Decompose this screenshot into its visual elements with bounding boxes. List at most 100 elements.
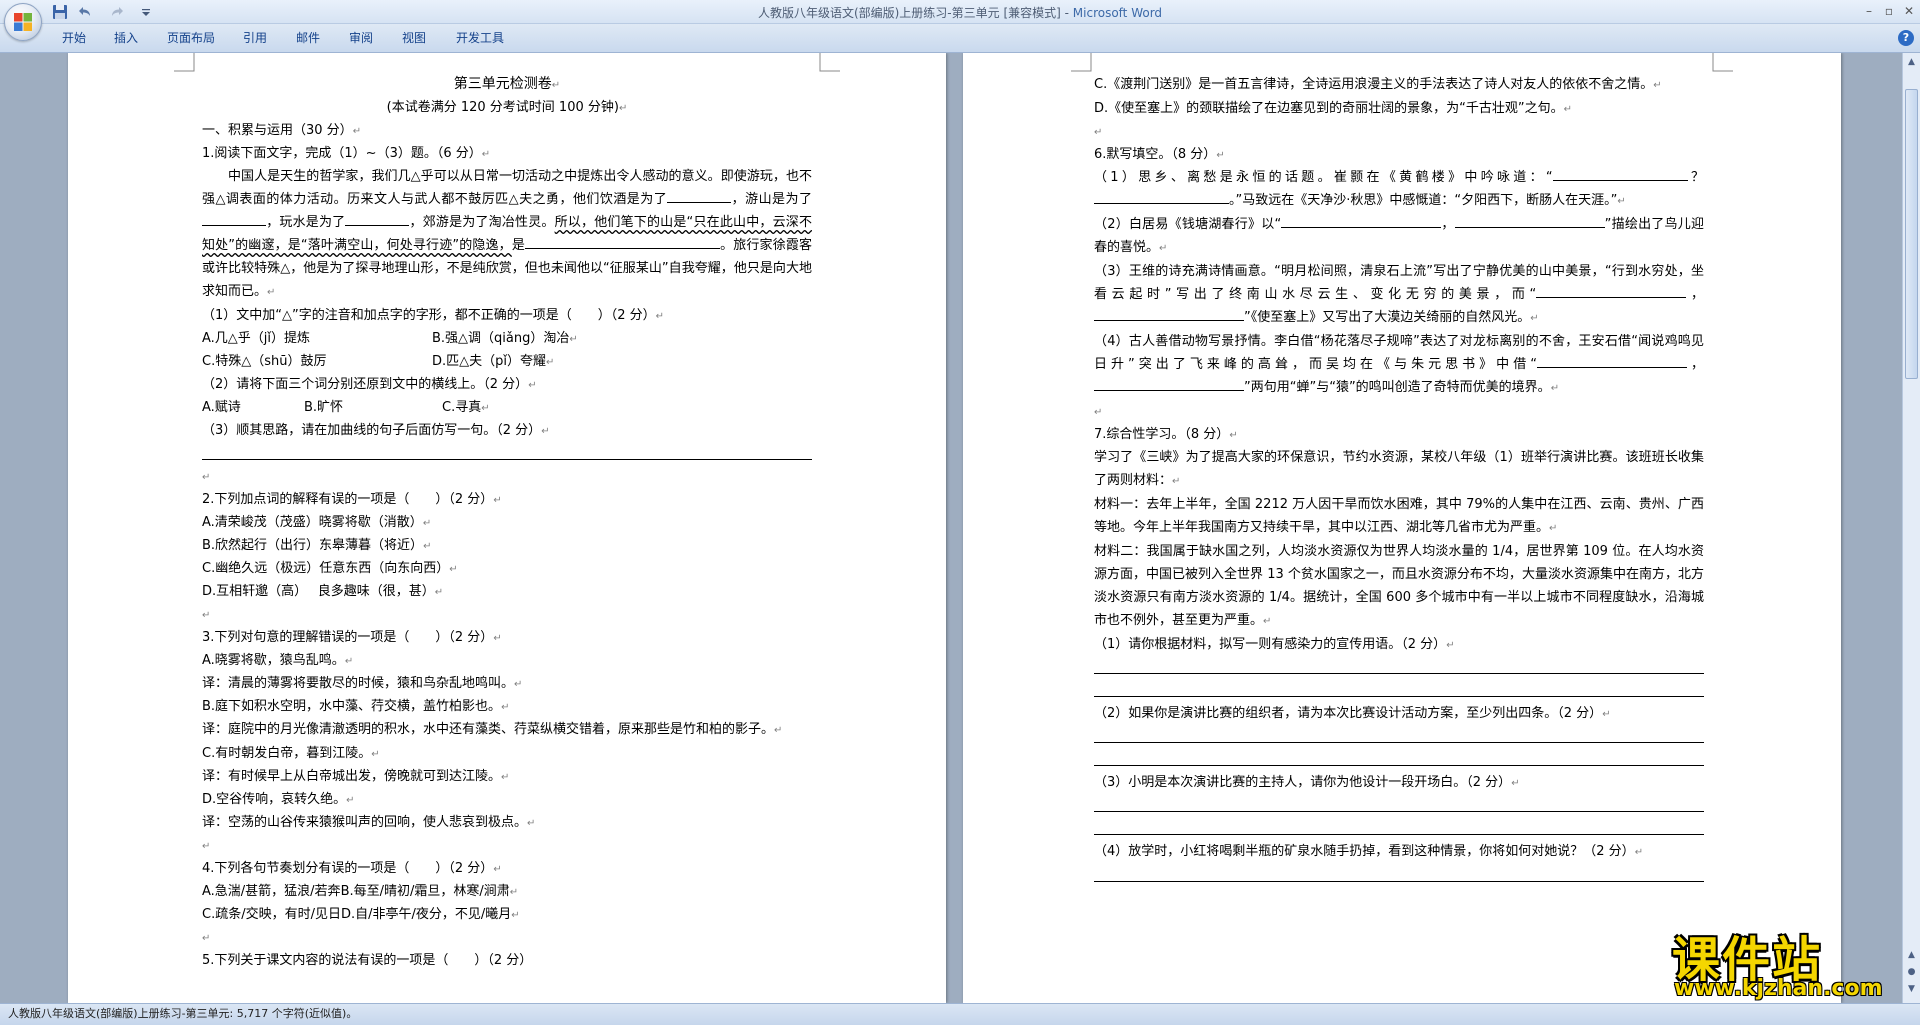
fill-blank[interactable]: [202, 212, 266, 226]
answer-line[interactable]: [202, 442, 812, 460]
fill-blank[interactable]: [345, 212, 410, 226]
question-2-option-c: C.幽绝久远（极远）任意东西（向东向西）↵: [202, 561, 458, 576]
answer-line[interactable]: [1094, 656, 1704, 674]
answer-line[interactable]: [1094, 817, 1704, 835]
q6-2-text-a: （2）白居易《钱塘湖春行》以“: [1094, 217, 1282, 232]
question-3-translation-b: 译：庭院中的月光像清澈透明的积水，水中还有藻类、荇菜纵横交错着，原来那些是竹和柏…: [202, 722, 783, 737]
passage-text-c: ，玩水是为了: [266, 215, 346, 230]
fill-blank[interactable]: [1454, 214, 1605, 228]
fill-blank[interactable]: [1281, 214, 1442, 228]
undo-icon[interactable]: [76, 4, 92, 20]
question-6: 6.默写填空。（8 分）↵: [1094, 147, 1225, 162]
browse-object-icon[interactable]: ●: [1905, 965, 1918, 979]
ribbon-tabs: 开始 插入 页面布局 引用 邮件 审阅 视图 开发工具 ?: [0, 24, 1920, 53]
fill-blank[interactable]: [1094, 190, 1229, 204]
title-bar: 人教版八年级语文(部编版)上册练习-第三单元 [兼容模式] - Microsof…: [0, 0, 1920, 24]
translation-b: 译：庭院中的月光像清澈透明的积水，水中还有藻类、荇菜纵横交错着，原来那些是竹和柏…: [202, 722, 775, 737]
answer-line[interactable]: [1094, 748, 1704, 766]
question-7-intro: 学习了《三峡》为了提高大家的环保意识，节约水资源，某校八年级（1）班举行演讲比赛…: [1094, 450, 1704, 488]
crop-mark: [819, 53, 840, 72]
window-title-app: Microsoft Word: [1072, 6, 1163, 20]
passage-text-d: ，郊游是为了淘冶性灵。: [409, 215, 555, 230]
passage-text-f: 是: [511, 238, 525, 253]
tab-view[interactable]: 视图: [398, 28, 430, 48]
question-1-2-options: A.赋诗 B.旷怀 C.寻真↵: [202, 396, 812, 419]
question-2: 2.下列加点词的解释有误的一项是（ ）（2 分）↵: [202, 492, 502, 507]
tab-mailings[interactable]: 邮件: [292, 28, 324, 48]
answer-line[interactable]: [1094, 679, 1704, 697]
scroll-thumb[interactable]: [1905, 89, 1918, 379]
office-logo-icon: [14, 13, 32, 31]
fill-blank[interactable]: [1552, 167, 1688, 181]
vertical-scrollbar[interactable]: ▲ ▲ ● ▼: [1902, 53, 1920, 1003]
tab-references[interactable]: 引用: [239, 28, 271, 48]
page-up-icon[interactable]: ▲: [1905, 948, 1918, 962]
section-heading-text: 一、积累与运用（30 分）: [202, 123, 353, 138]
redo-icon[interactable]: [110, 4, 126, 20]
page-down-icon[interactable]: ▼: [1905, 982, 1918, 996]
question-3-option-c: C.有时朝发白帝，暮到江陵。↵: [202, 746, 380, 761]
status-text: 人教版八年级语文(部编版)上册练习-第三单元: 5,717 个字符(近似值)。: [8, 1007, 358, 1020]
question-7-material-2: 材料二：我国属于缺水国之列，人均淡水资源仅为世界人均淡水量的 1/4，居世界第 …: [1094, 544, 1704, 628]
fill-blank[interactable]: [524, 235, 720, 249]
question-7-3: （3）小明是本次演讲比赛的主持人，请你为他设计一段开场白。（2 分）↵: [1094, 775, 1520, 790]
question-1-heading-text: 1.阅读下面文字，完成（1）~（3）题。（6 分）: [202, 146, 482, 161]
q6-3-text-b: ，: [1686, 287, 1704, 302]
question-6-3: （3）王维的诗充满诗情画意。“明月松间照，清泉石上流”写出了宁静优美的山中美景，…: [1094, 264, 1704, 325]
section-heading: 一、积累与运用（30 分）↵: [202, 123, 362, 138]
q6-3-text-c: ”《使至塞上》又写出了大漠边关绮丽的自然风光。: [1244, 310, 1531, 325]
question-2-option-a: A.清荣峻茂（茂盛）晓雾将歇（消散）↵: [202, 515, 432, 530]
help-icon[interactable]: ?: [1898, 30, 1914, 46]
crop-mark: [1712, 53, 1733, 72]
empty-paragraph: ↵: [202, 841, 211, 852]
question-1-passage: 中国人是天生的哲学家，我们几△乎可以从日常一切活动之中提炼出令人感动的意义。即使…: [202, 169, 812, 299]
fill-blank[interactable]: [1536, 354, 1687, 368]
q6-4-text-c: ”两句用“蝉”与“猿”的鸣叫创造了奇特而优美的境界。: [1244, 380, 1551, 395]
empty-paragraph: ↵: [202, 610, 211, 621]
question-3: 3.下列对句意的理解错误的一项是（ ）（2 分）↵: [202, 630, 502, 645]
fill-blank[interactable]: [1094, 377, 1244, 391]
option-a: A.晓雾将歇，猿鸟乱鸣。: [202, 653, 345, 668]
question-4: 4.下列各句节奏划分有误的一项是（ ）（2 分）↵: [202, 861, 502, 876]
question-1-2-text: （2）请将下面三个词分别还原到文中的横线上。（2 分）: [202, 377, 529, 392]
question-6-1: （1）思乡、离愁是永恒的话题。崔颢在《黄鹤楼》中吟咏道：“ ？ 。”马致远在《天净沙…: [1094, 166, 1704, 213]
page-left[interactable]: 第三单元检测卷↵ (本试卷满分 120 分考试时间 100 分钟)↵ 一、积累与…: [68, 53, 946, 1003]
exam-title: 第三单元检测卷↵: [453, 76, 561, 92]
question-3-option-a: A.晓雾将歇，猿鸟乱鸣。↵: [202, 653, 354, 668]
tab-review[interactable]: 审阅: [345, 28, 377, 48]
window-title-sep: -: [1060, 6, 1073, 20]
option-b: B.每至/晴初/霜旦，林寒/涧肃: [340, 884, 510, 899]
question-2-option-d: D.互相轩邈（高） 良多趣味（很，甚）↵: [202, 584, 444, 599]
q7-material-1-text: 材料一：去年上半年，全国 2212 万人因干旱而饮水困难，其中 79%的人集中在…: [1094, 497, 1704, 535]
tab-home[interactable]: 开始: [58, 28, 90, 48]
close-icon[interactable]: ✕: [1898, 2, 1920, 20]
tab-insert[interactable]: 插入: [110, 28, 142, 48]
answer-line[interactable]: [1094, 725, 1704, 743]
fill-blank[interactable]: [1536, 284, 1687, 298]
save-icon[interactable]: [52, 4, 68, 20]
tab-page-layout[interactable]: 页面布局: [163, 28, 219, 48]
translation-a: 译：清晨的薄雾将要散尽的时候，猿和鸟杂乱地鸣叫。: [202, 676, 515, 691]
maximize-icon[interactable]: ▫: [1878, 2, 1900, 20]
office-button[interactable]: [4, 3, 42, 41]
page-right[interactable]: C.《渡荆门送别》是一首五言律诗，全诗运用浪漫主义的手法表达了诗人对友人的依依不…: [963, 53, 1841, 1003]
q7-4-text: （4）放学时，小红将喝剩半瓶的矿泉水随手扔掉，看到这种情景，你将如何对她说？（2…: [1094, 844, 1635, 859]
option-c: C.幽绝久远（极远）任意东西（向东向西）: [202, 561, 450, 576]
scroll-up-arrow-icon[interactable]: ▲: [1905, 55, 1918, 69]
document-area: 第三单元检测卷↵ (本试卷满分 120 分考试时间 100 分钟)↵ 一、积累与…: [0, 53, 1902, 1003]
answer-line[interactable]: [1094, 864, 1704, 882]
answer-line[interactable]: [1094, 794, 1704, 812]
q7-3-text: （3）小明是本次演讲比赛的主持人，请你为他设计一段开场白。（2 分）: [1094, 775, 1512, 790]
fill-blank[interactable]: [667, 189, 732, 203]
tab-developer[interactable]: 开发工具: [452, 28, 508, 48]
question-7-text: 7.综合性学习。（8 分）: [1094, 427, 1230, 442]
question-3-translation-a: 译：清晨的薄雾将要散尽的时候，猿和鸟杂乱地鸣叫。↵: [202, 676, 523, 691]
option-d: D.互相轩邈（高） 良多趣味（很，甚）: [202, 584, 435, 599]
qat-customize-icon[interactable]: [138, 4, 154, 20]
question-1-1-text: （1）文中加“△”字的注音和加点字的字形，都不正确的一项是（ ）（2 分）: [202, 308, 656, 323]
fill-blank[interactable]: [1094, 307, 1244, 321]
minimize-icon[interactable]: –: [1858, 2, 1880, 20]
question-1-3-text: （3）顺其思路，请在加曲线的句子后面仿写一句。（2 分）: [202, 423, 542, 438]
option-a: A.几△乎（jǐ）提炼: [202, 331, 311, 346]
empty-paragraph: ↵: [202, 472, 211, 483]
